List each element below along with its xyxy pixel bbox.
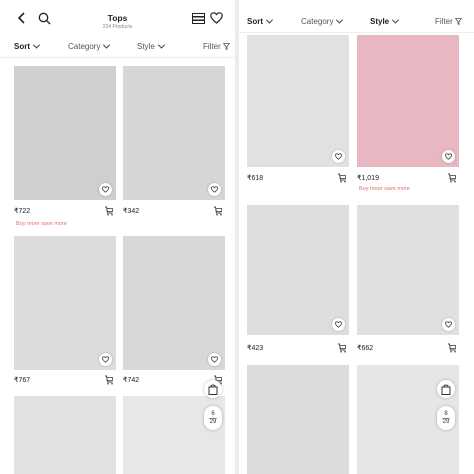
product-price: ₹722 <box>14 208 31 215</box>
left-screen: Tops 234 Products Sort Category Style Fi… <box>0 0 235 474</box>
funnel-icon <box>454 18 462 25</box>
wishlist-heart-icon[interactable] <box>332 318 345 331</box>
product-image[interactable] <box>123 236 225 370</box>
product-price: ₹767 <box>14 377 31 384</box>
product-image[interactable] <box>357 35 459 167</box>
product-price: ₹662 <box>357 345 374 352</box>
add-to-cart-icon[interactable] <box>447 173 457 183</box>
add-to-cart-icon[interactable] <box>337 173 347 183</box>
page-indicator: 8 29 <box>437 406 455 430</box>
style-dropdown[interactable]: Style <box>137 41 165 51</box>
filter-bar: Sort Category Style Filter <box>239 11 474 33</box>
category-dropdown[interactable]: Category <box>301 16 344 26</box>
wishlist-heart-icon[interactable] <box>99 183 112 196</box>
product-price: ₹618 <box>247 175 264 182</box>
wishlist-heart-icon[interactable] <box>208 183 221 196</box>
chevron-down-icon <box>157 41 165 49</box>
product-price: ₹1,019 <box>357 175 379 182</box>
add-to-cart-icon[interactable] <box>104 375 114 385</box>
chevron-down-icon <box>392 16 400 24</box>
product-price: ₹742 <box>123 377 140 384</box>
right-screen: Sort Category Style Filter ₹618 ₹1,019 B… <box>239 0 474 474</box>
add-to-cart-icon[interactable] <box>104 206 114 216</box>
filter-button[interactable]: Filter <box>203 42 230 51</box>
add-to-cart-icon[interactable] <box>447 343 457 353</box>
sort-dropdown[interactable]: Sort <box>14 41 41 51</box>
product-image[interactable] <box>247 365 349 474</box>
product-price: ₹423 <box>247 345 264 352</box>
shopping-bag-icon[interactable] <box>437 380 455 398</box>
wishlist-heart-icon[interactable] <box>442 318 455 331</box>
product-image[interactable] <box>357 205 459 335</box>
product-image[interactable] <box>247 35 349 167</box>
wishlist-heart-icon[interactable] <box>442 150 455 163</box>
page-indicator: 6 29 <box>204 406 222 430</box>
chevron-down-icon <box>32 41 41 49</box>
chevron-down-icon <box>103 41 111 49</box>
product-image[interactable] <box>14 396 116 474</box>
chevron-down-icon <box>336 16 344 24</box>
wishlist-heart-icon[interactable] <box>332 150 345 163</box>
filter-bar: Sort Category Style Filter <box>0 36 235 58</box>
product-image[interactable] <box>247 205 349 335</box>
promo-label[interactable]: Buy more save more <box>359 186 410 192</box>
list-view-icon[interactable] <box>190 10 206 26</box>
promo-label[interactable]: Buy more save more <box>16 221 67 227</box>
wishlist-heart-icon[interactable] <box>99 353 112 366</box>
wishlist-heart-icon[interactable] <box>208 353 221 366</box>
product-price: ₹342 <box>123 208 140 215</box>
chevron-down-icon <box>265 16 274 24</box>
product-image[interactable] <box>123 66 225 200</box>
filter-button[interactable]: Filter <box>435 17 462 26</box>
top-header: Tops 234 Products <box>0 0 235 34</box>
product-image[interactable] <box>14 236 116 370</box>
shopping-bag-icon[interactable] <box>204 380 222 398</box>
product-image[interactable] <box>14 66 116 200</box>
sort-dropdown[interactable]: Sort <box>247 16 274 26</box>
category-dropdown[interactable]: Category <box>68 41 111 51</box>
funnel-icon <box>222 43 230 50</box>
style-dropdown[interactable]: Style <box>370 16 400 26</box>
add-to-cart-icon[interactable] <box>213 206 223 216</box>
add-to-cart-icon[interactable] <box>337 343 347 353</box>
wishlist-icon[interactable] <box>208 10 224 26</box>
